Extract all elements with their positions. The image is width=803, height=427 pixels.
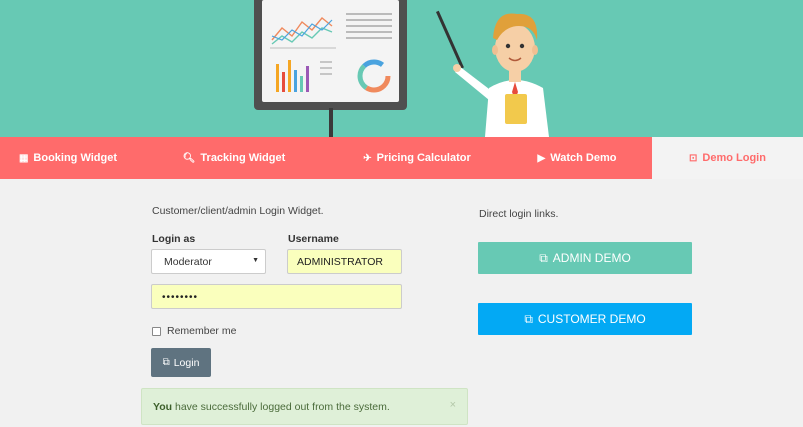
alert-message: have successfully logged out from the sy… (172, 401, 390, 413)
login-content: Customer/client/admin Login Widget. Logi… (0, 179, 803, 427)
hero-banner (0, 0, 803, 137)
tab-label: Demo Login (702, 152, 766, 164)
logout-success-alert: You have successfully logged out from th… (141, 388, 468, 425)
tab-tracking-widget[interactable]: 🔍︎ Tracking Widget (136, 137, 332, 179)
caret-down-icon: ▼ (252, 257, 259, 264)
presentation-board (254, 0, 407, 110)
customer-demo-label: CUSTOMER DEMO (537, 312, 646, 326)
remember-me-checkbox[interactable] (152, 326, 161, 336)
admin-demo-label: ADMIN DEMO (552, 251, 631, 265)
tab-demo-login[interactable]: ⊡ Demo Login (652, 137, 803, 179)
login-intro-text: Customer/client/admin Login Widget. (152, 205, 324, 217)
main-nav: ▦ Booking Widget 🔍︎ Tracking Widget ✈ Pr… (0, 137, 803, 179)
login-button-label: Login (173, 356, 200, 369)
tab-label: Tracking Widget (200, 152, 286, 164)
login-as-select[interactable]: Moderator ▼ (151, 249, 266, 274)
tab-booking-widget[interactable]: ▦ Booking Widget (0, 137, 136, 179)
customer-demo-button[interactable]: ⧉ CUSTOMER DEMO (478, 303, 692, 335)
alert-bold: You (153, 401, 173, 413)
plane-icon: ✈ (363, 152, 372, 164)
tab-label: Pricing Calculator (376, 152, 471, 164)
chart-illustration (270, 13, 392, 93)
tab-watch-demo[interactable]: ▶ Watch Demo (502, 137, 652, 179)
username-label: Username (288, 233, 339, 245)
tab-label: Watch Demo (550, 152, 617, 164)
calendar-icon: ▦ (18, 152, 29, 164)
login-as-label: Login as (152, 233, 196, 245)
close-icon[interactable]: × (450, 399, 456, 411)
remember-me-label: Remember me (167, 325, 237, 337)
tab-pricing-calculator[interactable]: ✈ Pricing Calculator (332, 137, 502, 179)
search-icon: 🔍︎ (182, 152, 196, 164)
external-link-icon: ⧉ (539, 250, 548, 265)
external-link-icon: ⧉ (162, 357, 170, 368)
external-link-icon: ⧉ (524, 311, 533, 326)
presenter-illustration (453, 13, 549, 137)
login-icon: ⊡ (689, 152, 698, 164)
password-input[interactable]: •••••••• (151, 284, 402, 309)
video-icon: ▶ (537, 152, 546, 164)
admin-demo-button[interactable]: ⧉ ADMIN DEMO (478, 242, 692, 274)
login-as-value: Moderator (164, 256, 212, 268)
username-input[interactable]: ADMINISTRATOR (287, 249, 402, 274)
remember-me[interactable]: Remember me (152, 325, 236, 337)
board-stand (329, 108, 333, 137)
login-button[interactable]: ⧉ Login (151, 348, 211, 377)
tab-label: Booking Widget (33, 152, 118, 164)
direct-login-label: Direct login links. (479, 208, 559, 220)
